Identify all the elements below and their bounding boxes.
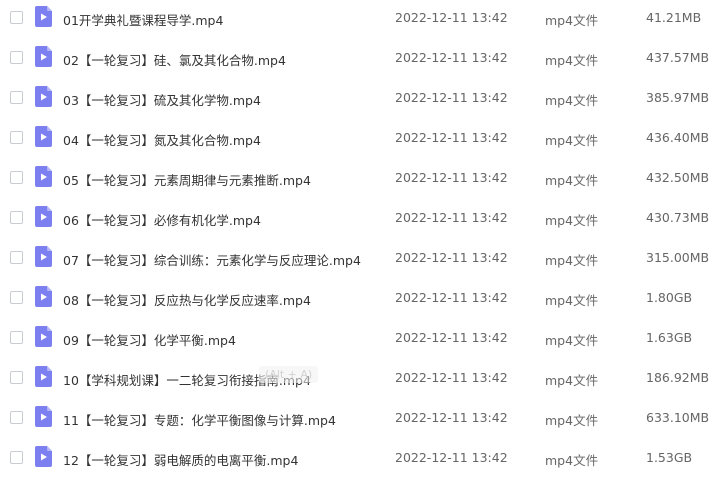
file-list: 01开学典礼暨课程导学.mp4 2022-12-11 13:42 mp4文件 41.2… (0, 0, 713, 471)
video-file-icon (35, 406, 52, 427)
video-file-icon (35, 446, 52, 467)
video-file-icon (35, 326, 52, 347)
file-size: 315.00MB (646, 250, 710, 265)
file-modified-date: 2022-12-11 13:42 (395, 450, 508, 465)
file-row[interactable]: 05【一轮复习】元素周期律与元素推断.mp4 2022-12-11 13:42 mp… (0, 159, 713, 199)
video-file-icon (35, 86, 52, 107)
file-type: mp4文件 (545, 253, 599, 268)
video-file-icon (35, 166, 52, 187)
file-size: 437.57MB (646, 50, 710, 65)
row-checkbox[interactable] (10, 91, 23, 104)
row-checkbox[interactable] (10, 211, 23, 224)
file-size: 1.80GB (646, 290, 693, 305)
file-type: mp4文件 (545, 133, 599, 148)
file-size: 432.50MB (646, 170, 710, 185)
file-row[interactable]: 07【一轮复习】综合训练：元素化学与反应理论.mp4 2022-12-11 13:… (0, 239, 713, 279)
file-name[interactable]: 11【一轮复习】专题：化学平衡图像与计算.mp4 (63, 410, 336, 429)
file-row[interactable]: 02【一轮复习】硅、氯及其化合物.mp4 2022-12-11 13:42 mp4文… (0, 39, 713, 79)
video-file-icon (35, 286, 52, 307)
file-name[interactable]: 03【一轮复习】硫及其化学物.mp4 (63, 90, 261, 109)
file-size: 436.40MB (646, 130, 710, 145)
row-checkbox[interactable] (10, 291, 23, 304)
file-modified-date: 2022-12-11 13:42 (395, 10, 508, 25)
file-type: mp4文件 (545, 213, 599, 228)
file-type: mp4文件 (545, 173, 599, 188)
file-size: 385.97MB (646, 90, 710, 105)
file-row[interactable]: 12【一轮复习】弱电解质的电离平衡.mp4 2022-12-11 13:42 mp4… (0, 439, 713, 479)
file-size: 633.10MB (646, 410, 710, 425)
file-modified-date: 2022-12-11 13:42 (395, 410, 508, 425)
file-name[interactable]: 06【一轮复习】必修有机化学.mp4 (63, 210, 261, 229)
row-checkbox[interactable] (10, 411, 23, 424)
file-type: mp4文件 (545, 453, 599, 468)
row-checkbox[interactable] (10, 51, 23, 64)
video-file-icon (35, 6, 52, 27)
row-checkbox[interactable] (10, 131, 23, 144)
file-modified-date: 2022-12-11 13:42 (395, 130, 508, 145)
file-type: mp4文件 (545, 293, 599, 308)
file-type: mp4文件 (545, 53, 599, 68)
row-checkbox[interactable] (10, 331, 23, 344)
file-name[interactable]: 09【一轮复习】化学平衡.mp4 (63, 330, 236, 349)
file-type: mp4文件 (545, 93, 599, 108)
file-type: mp4文件 (545, 333, 599, 348)
file-type: mp4文件 (545, 13, 599, 28)
file-row[interactable]: 03【一轮复习】硫及其化学物.mp4 2022-12-11 13:42 mp4文件 3… (0, 79, 713, 119)
file-modified-date: 2022-12-11 13:42 (395, 170, 508, 185)
file-modified-date: 2022-12-11 13:42 (395, 370, 508, 385)
file-size: 186.92MB (646, 370, 710, 385)
file-size: 1.63GB (646, 330, 693, 345)
file-size: 1.53GB (646, 450, 693, 465)
row-checkbox[interactable] (10, 11, 23, 24)
video-file-icon (35, 46, 52, 67)
video-file-icon (35, 366, 52, 387)
file-row[interactable]: 01开学典礼暨课程导学.mp4 2022-12-11 13:42 mp4文件 41.2… (0, 0, 713, 39)
file-row[interactable]: 08【一轮复习】反应热与化学反应速率.mp4 2022-12-11 13:42 mp… (0, 279, 713, 319)
file-row[interactable]: 10【学科规划课】一二轮复习衔接指南.mp4 2022-12-11 13:42 mp… (0, 359, 713, 399)
shortcut-hint: (Alt + A) (259, 366, 319, 383)
file-size: 41.21MB (646, 10, 702, 25)
file-modified-date: 2022-12-11 13:42 (395, 210, 508, 225)
file-name[interactable]: 08【一轮复习】反应热与化学反应速率.mp4 (63, 290, 311, 309)
file-modified-date: 2022-12-11 13:42 (395, 330, 508, 345)
file-row[interactable]: 04【一轮复习】氮及其化合物.mp4 2022-12-11 13:42 mp4文件 4… (0, 119, 713, 159)
file-row[interactable]: 09【一轮复习】化学平衡.mp4 2022-12-11 13:42 mp4文件 1.6… (0, 319, 713, 359)
file-name[interactable]: 05【一轮复习】元素周期律与元素推断.mp4 (63, 170, 311, 189)
file-name[interactable]: 07【一轮复习】综合训练：元素化学与反应理论.mp4 (63, 250, 361, 269)
row-checkbox[interactable] (10, 371, 23, 384)
file-modified-date: 2022-12-11 13:42 (395, 250, 508, 265)
file-type: mp4文件 (545, 373, 599, 388)
file-size: 430.73MB (646, 210, 710, 225)
file-modified-date: 2022-12-11 13:42 (395, 50, 508, 65)
row-checkbox[interactable] (10, 251, 23, 264)
video-file-icon (35, 126, 52, 147)
row-checkbox[interactable] (10, 171, 23, 184)
file-modified-date: 2022-12-11 13:42 (395, 290, 508, 305)
file-type: mp4文件 (545, 413, 599, 428)
video-file-icon (35, 206, 52, 227)
file-modified-date: 2022-12-11 13:42 (395, 90, 508, 105)
file-name[interactable]: 02【一轮复习】硅、氯及其化合物.mp4 (63, 50, 286, 69)
video-file-icon (35, 246, 52, 267)
file-name[interactable]: 12【一轮复习】弱电解质的电离平衡.mp4 (63, 450, 298, 469)
file-name[interactable]: 04【一轮复习】氮及其化合物.mp4 (63, 130, 261, 149)
file-row[interactable]: 11【一轮复习】专题：化学平衡图像与计算.mp4 2022-12-11 13:42… (0, 399, 713, 439)
file-name[interactable]: 01开学典礼暨课程导学.mp4 (63, 10, 223, 29)
file-row[interactable]: 06【一轮复习】必修有机化学.mp4 2022-12-11 13:42 mp4文件 4… (0, 199, 713, 239)
row-checkbox[interactable] (10, 451, 23, 464)
